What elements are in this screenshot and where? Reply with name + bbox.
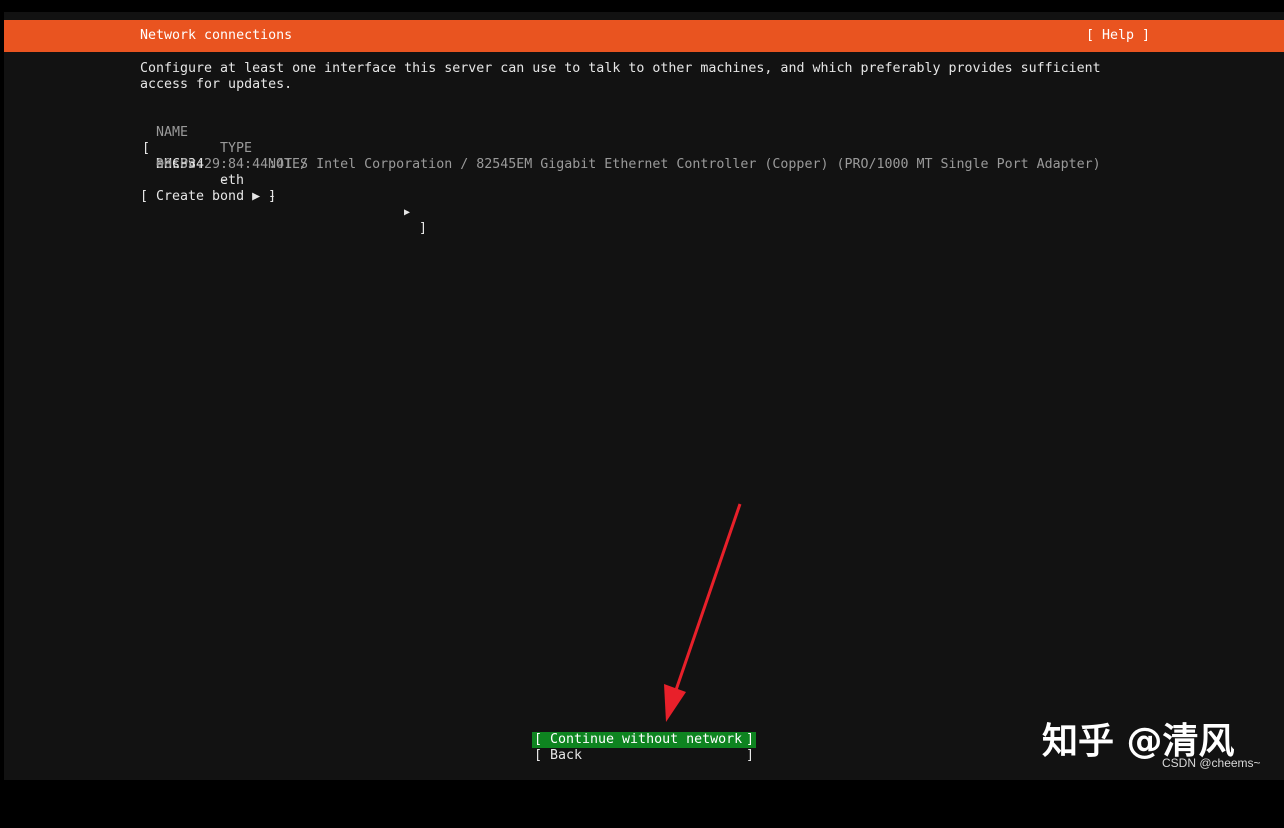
interface-row-ens33[interactable]: [ ens33 eth - ▶ ]	[4, 125, 1284, 236]
help-button[interactable]: [ Help ]	[1086, 28, 1150, 44]
interface-description: 00:0c:29:84:44:41 / Intel Corporation / …	[156, 157, 1101, 172]
csdn-watermark: CSDN @cheems~	[1162, 756, 1261, 770]
button-close-bracket: ]	[745, 732, 754, 747]
page-title: Network connections	[140, 28, 293, 43]
button-close-bracket: ]	[745, 748, 754, 763]
back-button-label: Back	[550, 748, 583, 763]
back-button[interactable]: [ Back ]	[532, 748, 756, 764]
installer-screen: Network connections [ Help ] Configure a…	[4, 12, 1284, 780]
intro-text-line2: access for updates.	[140, 77, 293, 92]
button-open-bracket: [	[534, 748, 543, 763]
intro-text-line1: Configure at least one interface this se…	[140, 61, 1101, 76]
row-close-bracket: ]	[419, 221, 428, 236]
create-bond-button[interactable]: [ Create bond ▶ ]	[140, 189, 276, 205]
header-bar: Network connections [ Help ]	[4, 20, 1284, 52]
button-open-bracket: [	[534, 732, 543, 747]
continue-button-label: Continue without network	[550, 732, 743, 747]
continue-without-network-button[interactable]: [ Continue without network ]	[532, 732, 756, 748]
dhcp-value: -	[220, 173, 229, 188]
row-menu-arrow-icon[interactable]: ▶	[404, 205, 410, 221]
